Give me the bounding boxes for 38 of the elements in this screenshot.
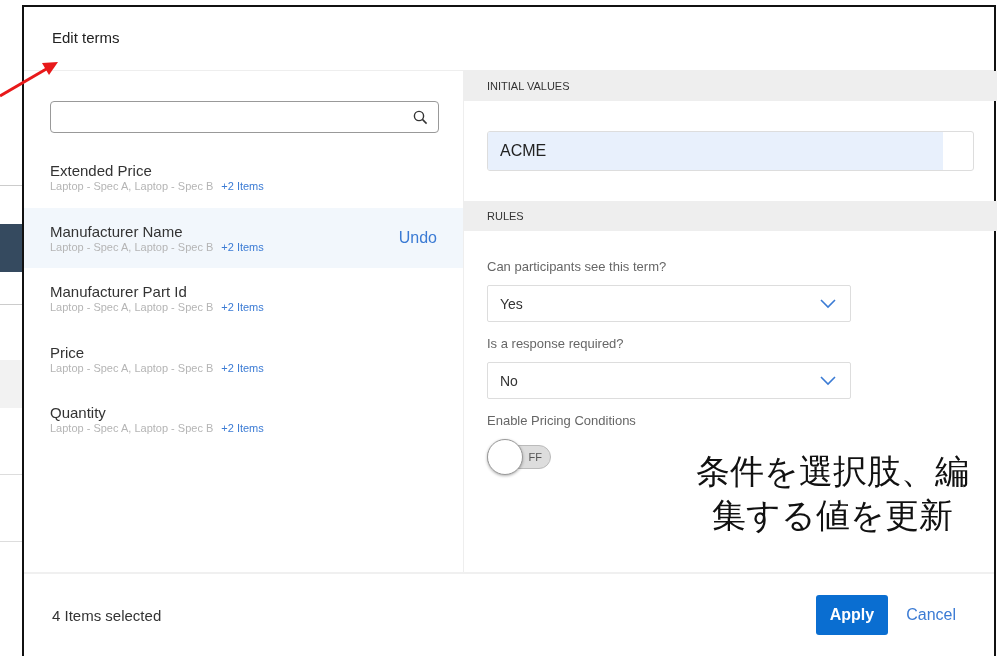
field-label: Is a response required?: [487, 336, 624, 351]
term-items: Laptop - Spec A, Laptop - Spec B: [50, 301, 214, 314]
term-items: Laptop - Spec A, Laptop - Spec B: [50, 180, 214, 193]
field-label: Can participants see this term?: [487, 259, 667, 274]
section-heading: INITIAL VALUES: [487, 80, 570, 92]
more-items-link[interactable]: +2 Items: [221, 301, 264, 314]
term-name: Manufacturer Part Id: [50, 283, 187, 301]
term-items: Laptop - Spec A, Laptop - Spec B: [50, 240, 214, 253]
cancel-link[interactable]: Cancel: [906, 602, 956, 628]
apply-button[interactable]: Apply: [815, 595, 889, 635]
more-items-link[interactable]: +2 Items: [221, 240, 264, 253]
term-item[interactable]: Price Laptop - Spec A, Laptop - Spec B +2 Items: [24, 328, 463, 389]
term-item[interactable]: Manufacturer Name Laptop - Spec A, Laptop - Spec B +2 Items Undo: [24, 207, 463, 268]
term-item[interactable]: Manufacturer Part Id Laptop - Spec A, Laptop - Spec B +2 Items: [24, 268, 463, 329]
dropdown[interactable]: No: [487, 362, 851, 399]
term-item[interactable]: Extended Price Laptop - Spec A, Laptop - Spec B +2 Items: [24, 147, 463, 208]
field-label: Enable Pricing Conditions: [487, 413, 636, 428]
term-items: Laptop - Spec A, Laptop - Spec B: [50, 422, 214, 435]
value-input[interactable]: ACME: [487, 131, 974, 171]
chevron-down-icon: [820, 375, 836, 386]
term-name: Manufacturer Name: [50, 222, 183, 240]
term-item[interactable]: Quantity Laptop - Spec A, Laptop - Spec B +2 Items: [24, 389, 463, 450]
term-name: Quantity: [50, 404, 106, 422]
more-items-link[interactable]: +2 Items: [221, 180, 264, 193]
selection-status: 4 Items selected: [52, 606, 162, 624]
undo-link[interactable]: Undo: [398, 228, 437, 247]
annotation-text: 条件を選択肢、編集する値を更新: [694, 450, 970, 537]
more-items-link[interactable]: +2 Items: [221, 361, 264, 374]
chevron-down-icon: [820, 298, 836, 309]
dialog-title: Edit terms: [52, 29, 120, 46]
term-name: Price: [50, 343, 85, 361]
dropdown[interactable]: Yes: [487, 285, 851, 322]
search-field[interactable]: [50, 101, 439, 133]
section-heading: RULES: [487, 210, 524, 222]
term-items: Laptop - Spec A, Laptop - Spec B: [50, 361, 214, 374]
more-items-link[interactable]: +2 Items: [221, 422, 264, 435]
search-icon: [413, 109, 428, 125]
term-name: Extended Price: [50, 162, 152, 180]
